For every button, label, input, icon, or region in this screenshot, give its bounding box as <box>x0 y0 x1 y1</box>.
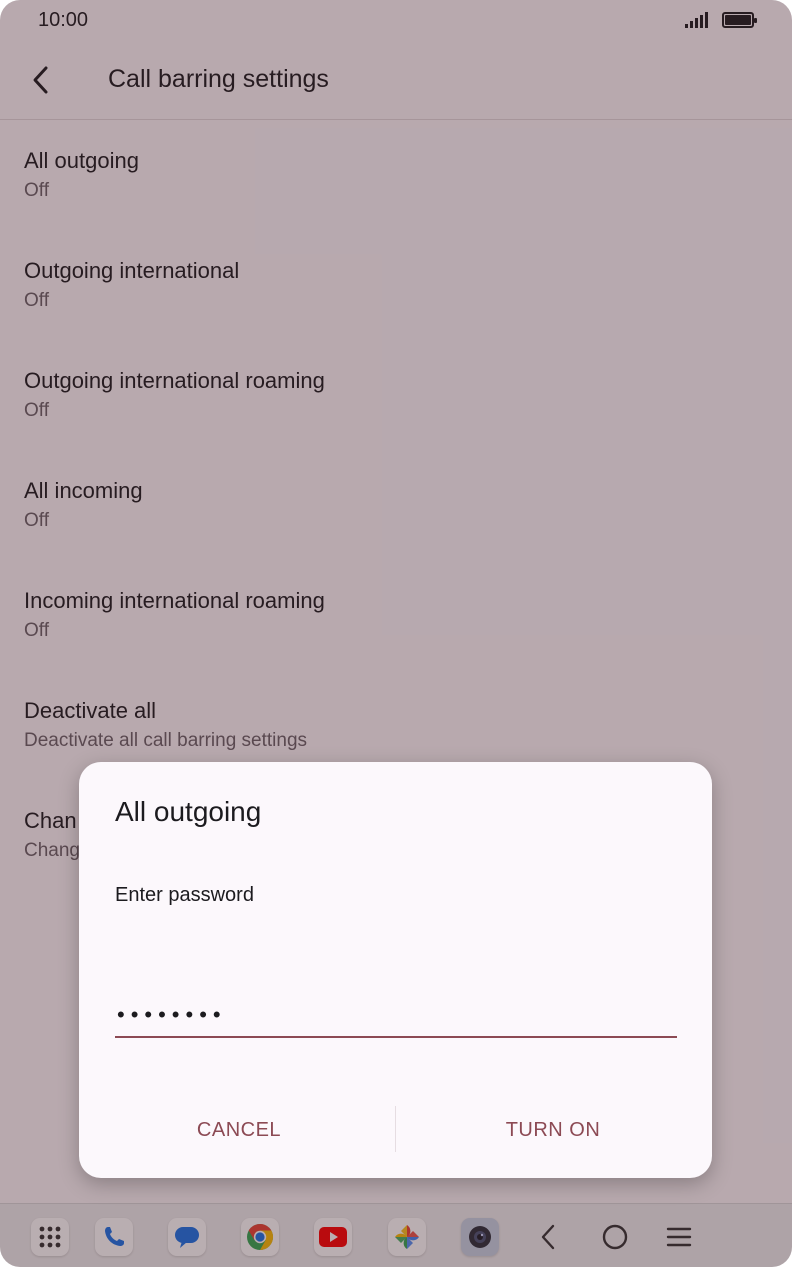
password-input[interactable] <box>115 994 677 1038</box>
dialog-label: Enter password <box>115 884 254 906</box>
device-screen: 10:00 Call barring settings All outgoing… <box>0 0 792 1267</box>
button-divider <box>395 1106 396 1152</box>
cancel-button[interactable]: CANCEL <box>139 1106 339 1154</box>
password-dialog: All outgoing Enter password CANCEL TURN … <box>79 762 712 1178</box>
turn-on-button[interactable]: TURN ON <box>453 1106 653 1154</box>
dialog-title: All outgoing <box>115 796 262 827</box>
